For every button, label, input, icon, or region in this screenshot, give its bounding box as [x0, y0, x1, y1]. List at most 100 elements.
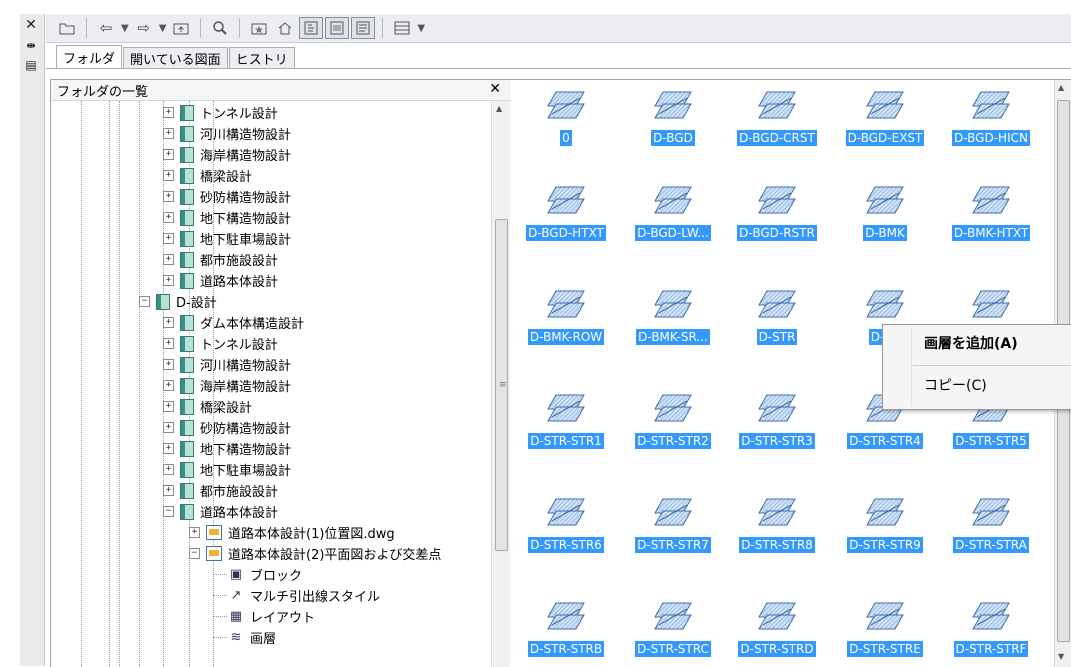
- expand-icon[interactable]: +: [163, 338, 174, 349]
- close-icon[interactable]: ✕: [489, 81, 501, 97]
- scroll-down-arrow-icon[interactable]: ▼: [1058, 652, 1064, 661]
- expand-icon[interactable]: +: [163, 107, 174, 118]
- forward-dropdown-icon[interactable]: ▼: [159, 23, 167, 34]
- expand-icon[interactable]: +: [189, 527, 200, 538]
- preview-icon[interactable]: [325, 17, 350, 39]
- back-icon[interactable]: ⇦: [94, 17, 118, 39]
- tab-open-drawings[interactable]: 開いている図面: [123, 47, 228, 68]
- views-dropdown-icon[interactable]: ▼: [417, 23, 425, 34]
- tree-row[interactable]: + 砂防構造物設計: [163, 186, 291, 207]
- add-layer-menu-item[interactable]: 画層を追加(A): [884, 328, 1071, 358]
- tree-row[interactable]: + トンネル設計: [163, 333, 278, 354]
- expand-icon[interactable]: +: [163, 275, 174, 286]
- layer-item[interactable]: D-BMK-HTXT: [939, 175, 1043, 255]
- tree-row[interactable]: ▦ レイアウト: [213, 606, 315, 627]
- layer-item[interactable]: D-BGD: [621, 80, 725, 160]
- back-dropdown-icon[interactable]: ▼: [121, 23, 129, 34]
- expand-icon[interactable]: +: [163, 128, 174, 139]
- layer-item[interactable]: D-BMK: [833, 175, 937, 255]
- layer-item[interactable]: D-STR-STR6: [514, 487, 618, 567]
- layer-item[interactable]: D-STR-STRB: [514, 591, 618, 667]
- tree-row[interactable]: + 海岸構造物設計: [163, 375, 291, 396]
- collapse-icon[interactable]: −: [139, 296, 150, 307]
- tree-row[interactable]: + 地下構造物設計: [163, 438, 291, 459]
- close-icon[interactable]: ✕: [20, 16, 42, 34]
- expand-icon[interactable]: +: [163, 401, 174, 412]
- layer-item[interactable]: D-STR-STRE: [833, 591, 937, 667]
- expand-icon[interactable]: +: [163, 317, 174, 328]
- scrollbar-thumb[interactable]: ≡: [495, 219, 508, 551]
- tree-row[interactable]: + 道路本体設計: [163, 270, 278, 291]
- tree-row[interactable]: + トンネル設計: [163, 102, 278, 123]
- expand-icon[interactable]: +: [163, 254, 174, 265]
- layer-item[interactable]: D-STR-STRD: [725, 591, 829, 667]
- layer-item[interactable]: D-BGD-HICN: [939, 80, 1043, 160]
- layer-item[interactable]: D-BMK-SR...: [621, 279, 725, 359]
- expand-icon[interactable]: +: [163, 212, 174, 223]
- tree-row[interactable]: ≋ 画層: [213, 627, 276, 648]
- expand-icon[interactable]: +: [163, 233, 174, 244]
- tree-row[interactable]: ▣ ブロック: [213, 564, 302, 585]
- properties-icon[interactable]: ▤: [20, 56, 42, 74]
- expand-icon[interactable]: +: [163, 170, 174, 181]
- layer-item[interactable]: D-BGD-LW...: [621, 175, 725, 255]
- tree-row[interactable]: + 都市施設設計: [163, 249, 278, 270]
- tree-row[interactable]: − D-設計: [139, 291, 217, 312]
- expand-icon[interactable]: +: [163, 485, 174, 496]
- layer-item[interactable]: D-BGD-CRST: [725, 80, 829, 160]
- tree-toggle-icon[interactable]: [299, 17, 324, 39]
- tree-row[interactable]: + 海岸構造物設計: [163, 144, 291, 165]
- layer-item[interactable]: D-STR-STRF: [939, 591, 1043, 667]
- search-icon[interactable]: [208, 17, 232, 39]
- tree-row[interactable]: − 道路本体設計: [163, 501, 278, 522]
- layer-item[interactable]: D-STR-STR2: [621, 383, 725, 463]
- favorites-icon[interactable]: [247, 17, 271, 39]
- collapse-icon[interactable]: −: [189, 548, 200, 559]
- tree-row[interactable]: + 橋梁設計: [163, 396, 252, 417]
- expand-icon[interactable]: +: [163, 191, 174, 202]
- tree-row[interactable]: + 橋梁設計: [163, 165, 252, 186]
- expand-icon[interactable]: +: [163, 380, 174, 391]
- home-icon[interactable]: [273, 17, 297, 39]
- scroll-up-arrow-icon[interactable]: ▲: [496, 104, 502, 113]
- copy-menu-item[interactable]: コピー(C): [884, 370, 1071, 400]
- expand-icon[interactable]: +: [163, 422, 174, 433]
- tree-row[interactable]: + 都市施設設計: [163, 480, 278, 501]
- auto-hide-icon[interactable]: ⇹: [20, 36, 42, 54]
- tree-row[interactable]: + 河川構造物設計: [163, 354, 291, 375]
- tree-row[interactable]: + 道路本体設計(1)位置図.dwg: [189, 522, 395, 543]
- tree-row[interactable]: + ダム本体構造設計: [163, 312, 304, 333]
- layer-item[interactable]: D-BMK-ROW: [514, 279, 618, 359]
- layer-item[interactable]: D-STR-STR9: [833, 487, 937, 567]
- views-icon[interactable]: [390, 17, 414, 39]
- expand-icon[interactable]: +: [163, 443, 174, 454]
- folder-open-icon[interactable]: [55, 17, 79, 39]
- tree-row[interactable]: + 地下駐車場設計: [163, 459, 291, 480]
- layer-item[interactable]: 0: [514, 80, 618, 160]
- collapse-icon[interactable]: −: [163, 506, 174, 517]
- layer-item[interactable]: D-STR-STR8: [725, 487, 829, 567]
- folder-tree-scrollbar[interactable]: ▲ ≡: [491, 101, 510, 667]
- scroll-up-arrow-icon[interactable]: ▲: [1058, 83, 1064, 92]
- forward-icon[interactable]: ⇨: [132, 17, 156, 39]
- layer-item[interactable]: D-STR-STR7: [621, 487, 725, 567]
- layer-item[interactable]: D-BGD-EXST: [833, 80, 937, 160]
- layer-item[interactable]: D-STR: [725, 279, 829, 359]
- expand-icon[interactable]: +: [163, 359, 174, 370]
- layer-item[interactable]: D-STR-STRC: [621, 591, 725, 667]
- layer-item[interactable]: D-BGD-HTXT: [514, 175, 618, 255]
- tree-row[interactable]: + 砂防構造物設計: [163, 417, 291, 438]
- layer-item[interactable]: D-STR-STR3: [725, 383, 829, 463]
- tab-history[interactable]: ヒストリ: [228, 47, 295, 68]
- layer-item[interactable]: D-BGD-RSTR: [725, 175, 829, 255]
- expand-icon[interactable]: +: [163, 464, 174, 475]
- tree-row[interactable]: ↗ マルチ引出線スタイル: [213, 585, 380, 606]
- tree-row[interactable]: + 地下構造物設計: [163, 207, 291, 228]
- layer-item[interactable]: D-STR-STR1: [514, 383, 618, 463]
- tab-folders[interactable]: フォルダ: [56, 45, 123, 68]
- up-folder-icon[interactable]: [169, 17, 193, 39]
- description-icon[interactable]: [351, 17, 376, 39]
- tree-row[interactable]: + 地下駐車場設計: [163, 228, 291, 249]
- tree-row[interactable]: − 道路本体設計(2)平面図および交差点: [189, 543, 441, 564]
- expand-icon[interactable]: +: [163, 149, 174, 160]
